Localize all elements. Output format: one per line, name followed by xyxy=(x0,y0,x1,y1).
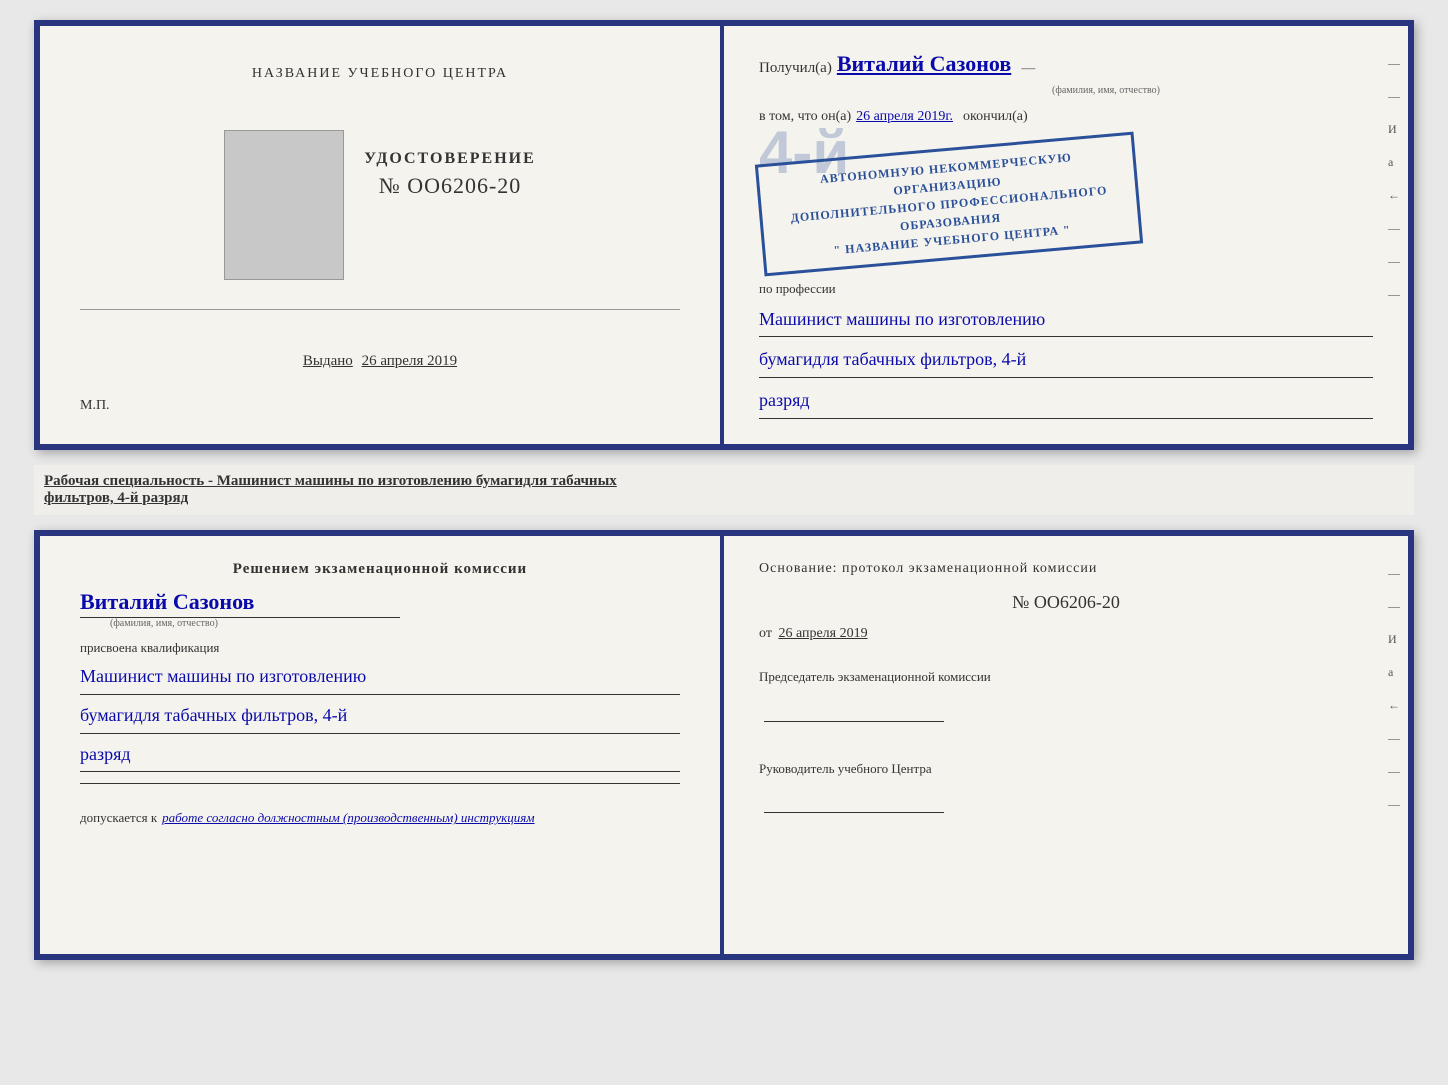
cert-id-area: УДОСТОВЕРЕНИЕ № OO6206-20 xyxy=(224,120,536,280)
cert-issued-date: 26 апреля 2019 xyxy=(362,353,458,369)
cert-top-right: Получил(а) Виталий Сазонов — (фамилия, и… xyxy=(724,26,1408,444)
profession-handwritten-3: разряд xyxy=(759,386,1373,419)
bottom-qual-1: Машинист машины по изготовлению xyxy=(80,666,366,689)
cert-issued: Выдано 26 апреля 2019 xyxy=(303,353,457,370)
cert-udost-label: УДОСТОВЕРЕНИЕ xyxy=(364,150,536,168)
middle-text-underlined: фильтров, 4-й разряд xyxy=(44,490,188,506)
received-line: Получил(а) Виталий Сазонов — xyxy=(759,51,1373,77)
prisvoena-label: присвоена квалификация xyxy=(80,640,680,656)
protocol-number: № OO6206-20 xyxy=(759,592,1373,613)
middle-text: Рабочая специальность - Машинист машины … xyxy=(34,465,1414,515)
bottom-fio-sublabel: (фамилия, имя, отчество) xyxy=(110,618,218,629)
cert-date-handwritten: 26 апреля 2019г. xyxy=(856,109,953,125)
dopuskaetsya-value: работе согласно должностным (производств… xyxy=(162,810,534,826)
number-overlay: 4-й xyxy=(759,133,1373,135)
osnovanie-text: Основание: протокол экзаменационной коми… xyxy=(759,561,1373,577)
side-marks-bottom: — — И а ← — — — xyxy=(1388,566,1400,812)
rukovoditel-block: Руководитель учебного Центра xyxy=(759,759,1373,821)
rukovoditel-signature-line xyxy=(764,812,944,813)
bottom-qual-3: разряд xyxy=(80,744,131,767)
bottom-fio-handwritten: Виталий Сазонов xyxy=(80,589,254,614)
cert-udost-number: № OO6206-20 xyxy=(364,173,536,199)
po-professii-label: по профессии xyxy=(759,281,1373,297)
fio-handwritten: Виталий Сазонов xyxy=(837,51,1011,77)
predsedatel-block: Председатель экзаменационной комиссии xyxy=(759,667,1373,729)
cert-bottom-right: Основание: протокол экзаменационной коми… xyxy=(724,536,1408,954)
ot-date: от 26 апреля 2019 xyxy=(759,626,1373,642)
ot-date-value: 26 апреля 2019 xyxy=(778,626,867,641)
fio-sublabel: (фамилия, имя, отчество) xyxy=(839,85,1373,96)
komissia-title: Решением экзаменационной комиссии xyxy=(80,561,680,578)
certificate-top: НАЗВАНИЕ УЧЕБНОГО ЦЕНТРА УДОСТОВЕРЕНИЕ №… xyxy=(34,20,1414,450)
cert-mp: М.П. xyxy=(80,398,110,414)
cert-photo xyxy=(224,130,344,280)
cert-top-left: НАЗВАНИЕ УЧЕБНОГО ЦЕНТРА УДОСТОВЕРЕНИЕ №… xyxy=(40,26,724,444)
side-marks-top: — — И а ← — — — xyxy=(1388,56,1400,302)
training-center-title: НАЗВАНИЕ УЧЕБНОГО ЦЕНТРА xyxy=(252,66,508,82)
profession-handwritten-1: Машинист машины по изготовлению xyxy=(759,305,1373,338)
bottom-qual-2: бумагидля табачных фильтров, 4-й xyxy=(80,705,347,728)
predsedatel-signature-line xyxy=(764,721,944,722)
certificate-bottom: Решением экзаменационной комиссии Витали… xyxy=(34,530,1414,960)
cert-bottom-left: Решением экзаменационной комиссии Витали… xyxy=(40,536,724,954)
profession-handwritten-2: бумагидля табачных фильтров, 4-й xyxy=(759,345,1373,378)
bottom-fio-block: Виталий Сазонов (фамилия, имя, отчество) xyxy=(80,589,680,629)
v-tom-line: в том, что он(а) 26 апреля 2019г. окончи… xyxy=(759,109,1373,125)
dopuskaetsya-line: допускается к работе согласно должностны… xyxy=(80,810,680,826)
